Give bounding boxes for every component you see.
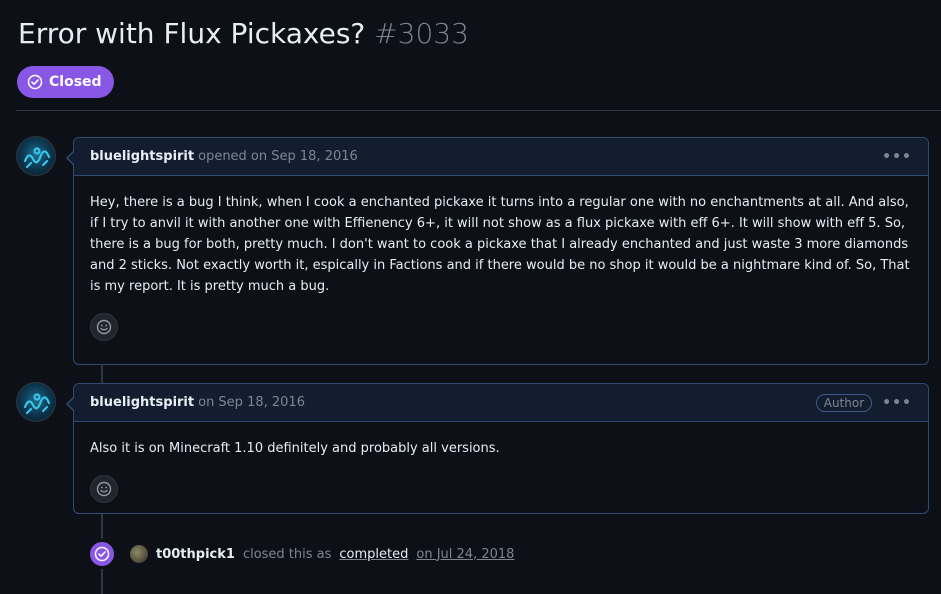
issue-state-badge: Closed [17,66,114,98]
author-role-badge: Author [815,393,873,412]
comment-header: bluelightspirit on Sep 18, 2016 Author •… [74,384,928,422]
comment-author[interactable]: bluelightspirit [90,395,194,410]
avatar[interactable] [16,382,56,422]
comment-header: bluelightspirit opened on Sep 18, 2016 •… [74,138,928,176]
issue-state-label: Closed [49,74,102,90]
comment-header-actions: Author ••• [815,393,912,412]
issue-page: Error with Flux Pickaxes? #3033 Closed b… [0,0,941,594]
check-circle-icon [88,540,116,568]
kebab-menu-icon[interactable]: ••• [882,395,912,411]
issue-title-row: Error with Flux Pickaxes? #3033 [18,14,469,54]
check-circle-icon [27,74,43,90]
comment-meta[interactable]: on Sep 18, 2016 [198,395,305,410]
add-reaction-button[interactable] [90,313,118,341]
smiley-icon [96,319,112,335]
comment-body: Hey, there is a bug I think, when I cook… [90,195,910,294]
event-text: closed this as [242,546,332,562]
add-reaction-button[interactable] [90,475,118,503]
issue-title: Error with Flux Pickaxes? [18,17,366,50]
avatar[interactable] [16,136,56,176]
kebab-menu-icon[interactable]: ••• [882,149,912,165]
avatar[interactable] [130,545,148,563]
event-reason-link[interactable]: completed [339,547,408,562]
comment-body: Also it is on Minecraft 1.10 definitely … [90,441,500,456]
event-actor[interactable]: t00thpick1 [156,547,235,562]
timeline-closed-event: t00thpick1 closed this as completed on J… [88,540,514,568]
comment-box: bluelightspirit opened on Sep 18, 2016 •… [66,137,929,365]
comment-header-actions: ••• [882,149,912,165]
header-divider [16,110,941,111]
smiley-icon [96,481,112,497]
issue-number: #3033 [374,17,469,50]
event-date-link[interactable]: on Jul 24, 2018 [416,547,514,562]
comment-box: bluelightspirit on Sep 18, 2016 Author •… [66,383,929,514]
comment-meta[interactable]: opened on Sep 18, 2016 [198,149,358,164]
comment-author[interactable]: bluelightspirit [90,149,194,164]
